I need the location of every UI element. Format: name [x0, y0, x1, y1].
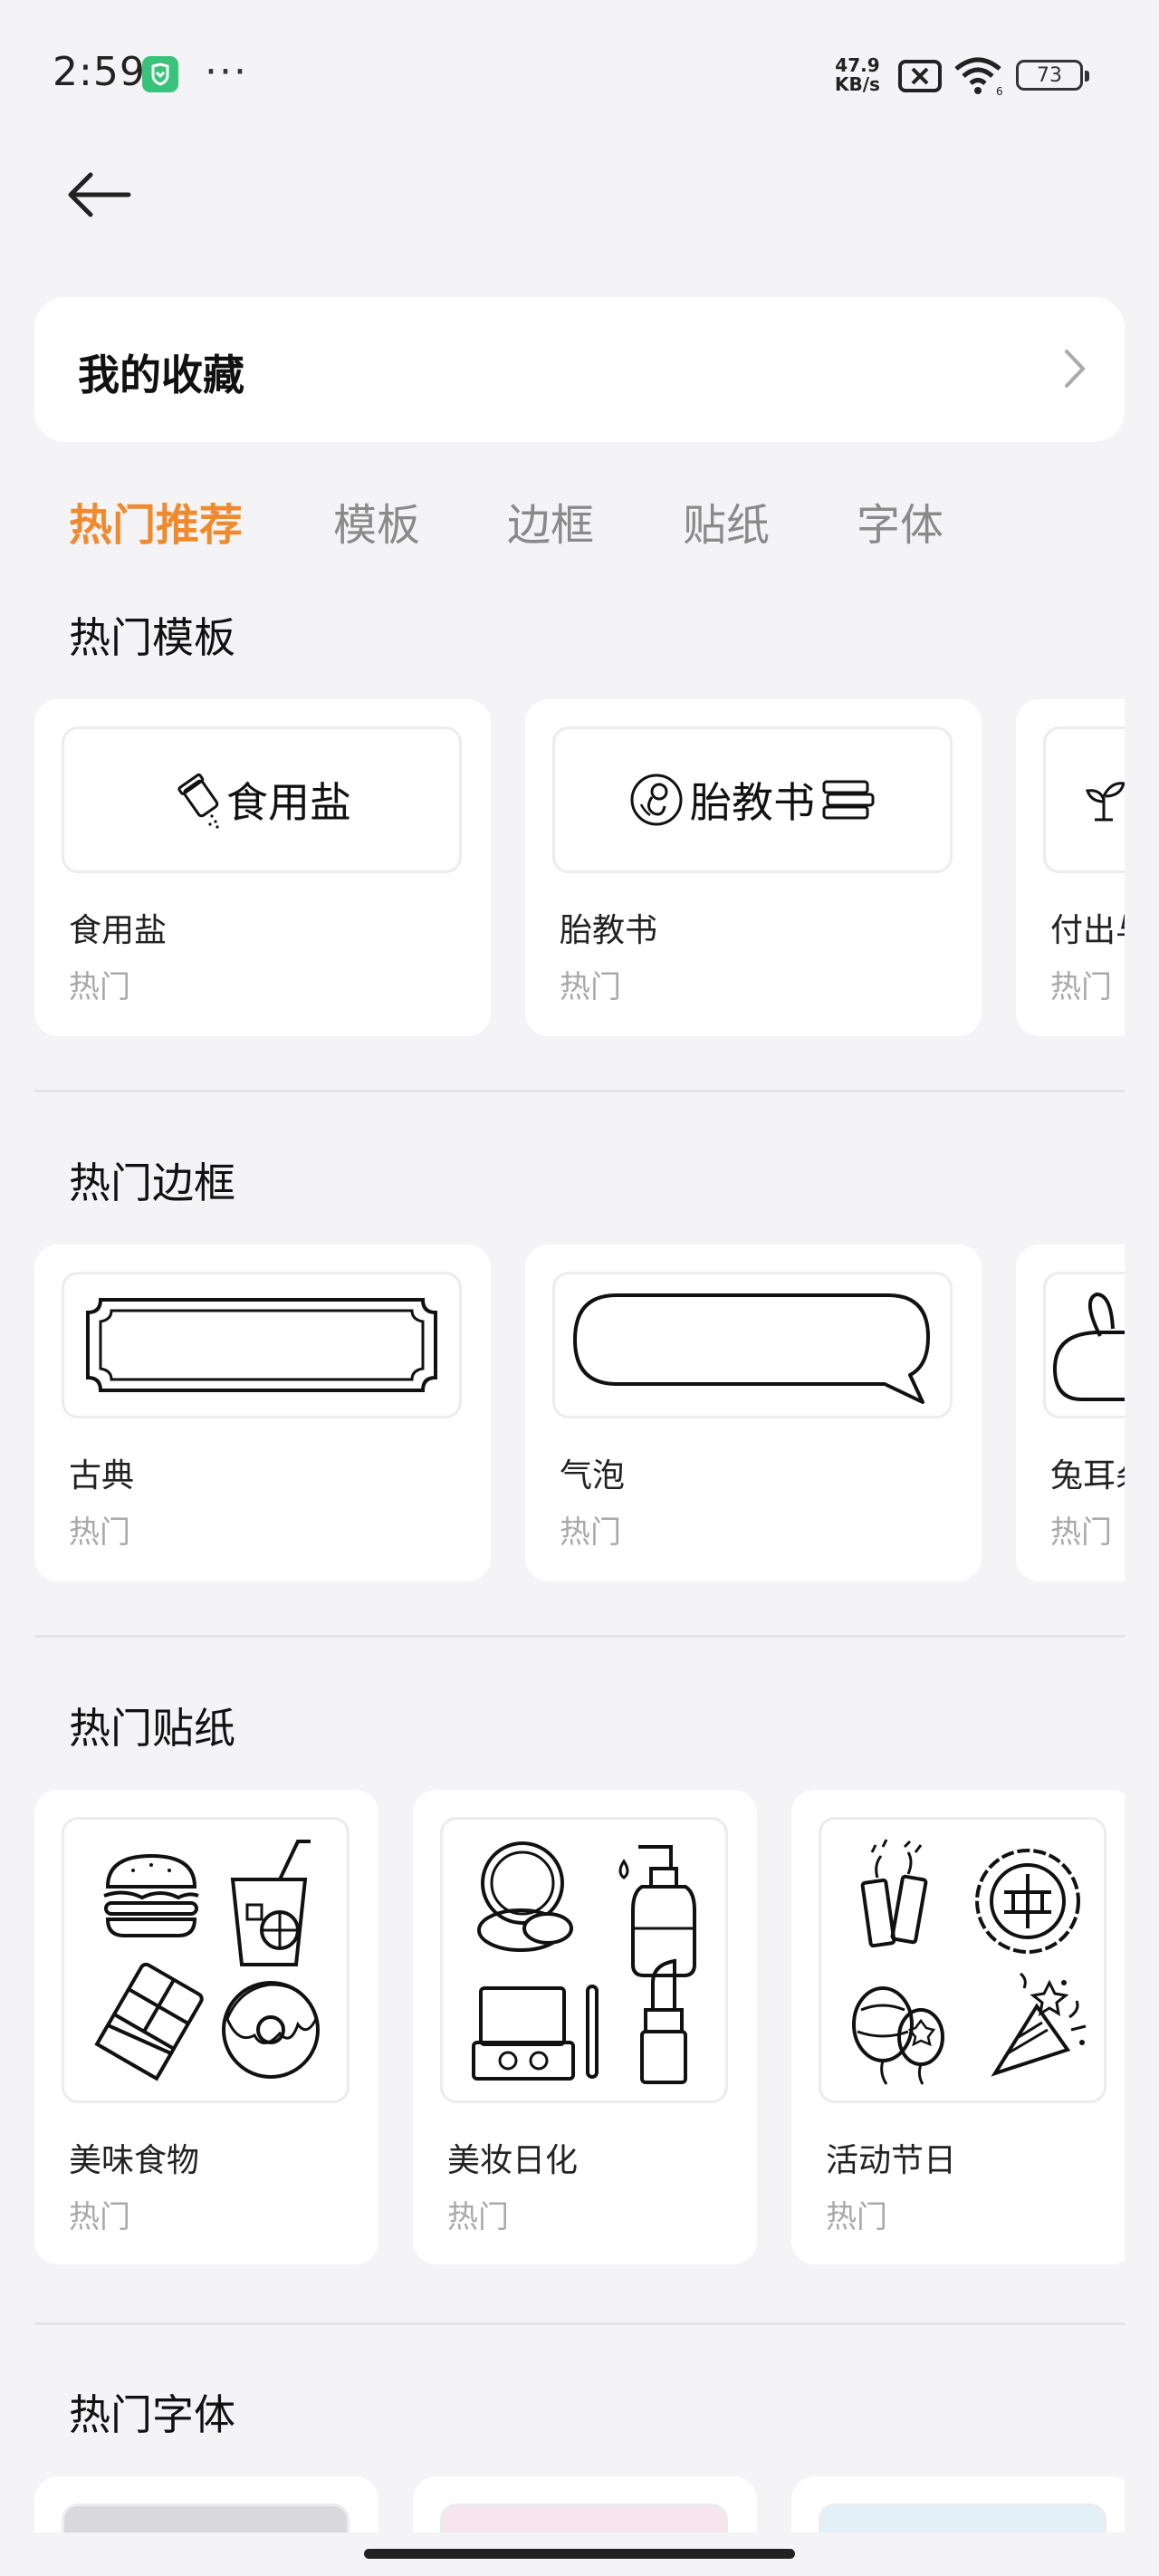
sticker-name: 活动节日 [826, 2142, 957, 2179]
wifi-label: 6 [996, 85, 1003, 96]
pump-bottle-icon [618, 1845, 696, 1977]
template-preview-text: 食用盐 [226, 778, 351, 827]
network-speed-unit: KB/s [835, 73, 880, 95]
template-tag: 热门 [1050, 969, 1112, 1005]
template-name: 胎教书 [560, 912, 658, 949]
tab-fonts[interactable]: 字体 [857, 489, 943, 553]
section-divider [34, 1090, 1125, 1092]
border-name: 古典 [69, 1457, 135, 1495]
border-card[interactable]: 古典 热门 [34, 1245, 491, 1581]
party-popper-icon [991, 1972, 1087, 2077]
template-preview: 食用盐 [62, 726, 462, 873]
chocolate-icon [94, 1962, 204, 2081]
hot-templates-row: 食用盐 食用盐 热门 胎教书 胎教书 热门 付出与 热门 [34, 699, 1125, 1036]
sticker-name: 美妆日化 [447, 2142, 579, 2179]
tab-borders[interactable]: 边框 [507, 489, 594, 553]
network-speed: 47.9 KB/s [835, 56, 880, 94]
template-preview [1043, 726, 1125, 873]
border-name: 气泡 [560, 1457, 626, 1495]
hot-stickers-title: 热门贴纸 [69, 1704, 235, 1753]
template-card[interactable]: 付出与 热门 [1016, 699, 1125, 1036]
hot-templates-title: 热门模板 [69, 613, 235, 662]
cosmetics-sticker-icon [472, 1841, 696, 2084]
sprout-icon [1086, 782, 1125, 822]
burger-icon [103, 1853, 199, 1937]
festival-sticker-icon [852, 1839, 1087, 2085]
sticker-name: 美味食物 [69, 2142, 200, 2179]
battery-indicator: 73 [1016, 60, 1089, 91]
hot-borders-row: 古典 热门 气泡 热门 兔耳朵 热门 [34, 1245, 1125, 1581]
tab-templates[interactable]: 模板 [333, 489, 420, 553]
drink-icon [230, 1840, 311, 1966]
hot-borders-title: 热门边框 [69, 1158, 235, 1207]
tab-hot-recommend[interactable]: 热门推荐 [69, 489, 243, 553]
books-stack-icon [822, 780, 875, 820]
sticker-card[interactable]: 活动节日 热门 [791, 1790, 1125, 2264]
app-shield-icon [142, 56, 178, 92]
template-card[interactable]: 胎教书 胎教书 热门 [525, 699, 982, 1036]
status-bar: 2:59 ··· 47.9 KB/s 6 73 [0, 0, 1159, 145]
classic-frame-icon [86, 1298, 437, 1392]
lipstick-icon [640, 1958, 687, 2084]
border-name: 兔耳朵 [1050, 1457, 1125, 1495]
template-name: 食用盐 [69, 912, 168, 949]
chevron-right-icon [1061, 348, 1088, 393]
fetus-icon [630, 774, 683, 826]
sticker-tag: 热门 [69, 2199, 130, 2235]
hot-fonts-title: 热门字体 [69, 2390, 235, 2439]
speech-bubble-icon [573, 1293, 930, 1404]
template-preview: 胎教书 [552, 726, 953, 873]
network-speed-value: 47.9 [835, 54, 880, 76]
status-time: 2:59 [53, 49, 146, 95]
section-divider [34, 2322, 1125, 2325]
border-preview [62, 1272, 462, 1418]
eyeshadow-palette-icon [472, 1985, 599, 2081]
template-name: 付出与 [1050, 912, 1125, 949]
template-card[interactable]: 食用盐 食用盐 热门 [34, 699, 491, 1036]
sticker-preview [62, 1817, 350, 2103]
hot-stickers-row: 美味食物 热门 美妆日化 热门 活动节日 热门 [34, 1790, 1125, 2264]
no-sim-icon [898, 60, 942, 96]
template-preview-text: 胎教书 [690, 778, 815, 827]
sticker-card[interactable]: 美妆日化 热门 [413, 1790, 757, 2264]
mooncake-icon [975, 1849, 1080, 1954]
food-sticker-icon [94, 1840, 320, 2081]
border-tag: 热门 [1050, 1514, 1112, 1551]
border-card[interactable]: 兔耳朵 热门 [1016, 1245, 1125, 1581]
border-preview [552, 1272, 953, 1418]
my-favorites-card[interactable]: 我的收藏 [34, 297, 1125, 442]
sticker-preview [440, 1817, 728, 2103]
wifi-icon: 6 [953, 56, 1003, 100]
tab-stickers[interactable]: 贴纸 [683, 489, 770, 553]
balloons-icon [852, 1986, 944, 2085]
my-favorites-title: 我的收藏 [78, 351, 244, 399]
border-tag: 热门 [69, 1514, 130, 1551]
firecracker-icon [860, 1839, 928, 1948]
section-divider [34, 1635, 1125, 1638]
border-tag: 热门 [560, 1514, 621, 1551]
home-indicator[interactable] [364, 2549, 795, 2559]
template-tag: 热门 [69, 969, 130, 1005]
sticker-card[interactable]: 美味食物 热门 [34, 1790, 378, 2264]
salt-shaker-icon [177, 773, 219, 829]
back-arrow-icon [68, 172, 131, 217]
border-preview [1043, 1272, 1125, 1418]
bunny-ear-frame-icon [1052, 1292, 1125, 1401]
sticker-preview [819, 1817, 1106, 2103]
more-notifications-icon: ··· [205, 49, 248, 95]
back-button[interactable] [63, 163, 145, 226]
template-tag: 热门 [560, 969, 621, 1005]
sticker-tag: 热门 [447, 2199, 509, 2235]
border-card[interactable]: 气泡 热门 [525, 1245, 982, 1581]
donut-icon [222, 1981, 320, 2079]
sticker-tag: 热门 [826, 2199, 887, 2235]
compact-powder-icon [477, 1841, 573, 1952]
